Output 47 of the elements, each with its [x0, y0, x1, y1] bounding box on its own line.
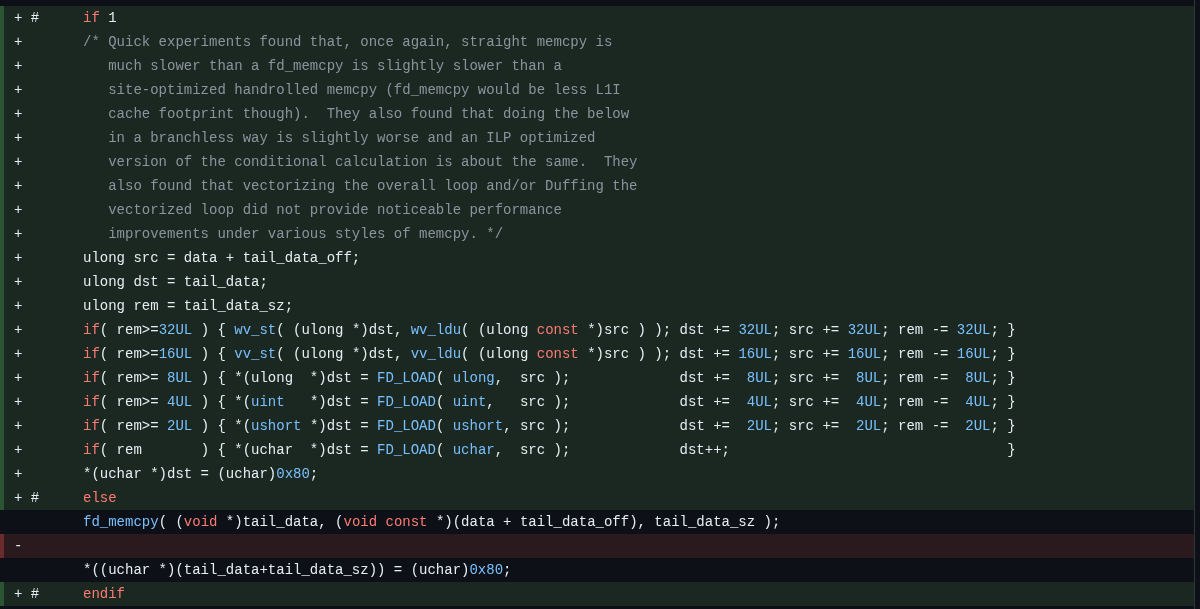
code-text: if( rem ) { *(uchar *)dst = FD_LOAD( uchar, src ); dst++; }: [83, 442, 1016, 458]
diff-marker: +: [14, 370, 23, 386]
diff-marker: +: [14, 466, 23, 482]
code-text: version of the conditional calculation is about the same. They: [107, 154, 638, 170]
code-text: ulong src = data + tail_data_off;: [83, 250, 361, 266]
diff-marker: +: [14, 82, 23, 98]
diff-marker: +: [14, 226, 23, 242]
diff-marker: +: [14, 130, 23, 146]
code-text: fd_memcpy( (void *)tail_data, (void const *)(data + tail_data_off), tail_data_sz );: [83, 514, 781, 530]
code-text: improvements under various styles of memcpy. */: [107, 226, 504, 242]
diff-marker: +: [14, 274, 23, 290]
code-text: cache footprint though). They also found that doing the below: [107, 106, 630, 122]
diff-marker: +: [14, 58, 23, 74]
code-text: else: [83, 490, 117, 506]
code-text: endif: [83, 586, 125, 602]
diff-marker: +: [14, 322, 23, 338]
diff-marker: + #: [14, 586, 40, 602]
diff-marker: +: [14, 106, 23, 122]
diff-marker: + #: [14, 490, 40, 506]
code-text: if( rem>= 4UL ) { *(uint *)dst = FD_LOAD( uint, src ); dst += 4UL; src += 4UL; rem -= 4UL; }: [83, 394, 1016, 410]
diff-marker: +: [14, 178, 23, 194]
code-text: ulong dst = tail_data;: [83, 274, 268, 290]
code-text: in a branchless way is slightly worse and an ILP optimized: [107, 130, 596, 146]
code-text: vectorized loop did not provide noticeable performance: [107, 202, 562, 218]
diff-marker: + #: [14, 10, 40, 26]
code-text: /* Quick experiments found that, once again, straight memcpy is: [83, 34, 613, 50]
diff-marker: +: [14, 442, 23, 458]
diff-marker: +: [14, 250, 23, 266]
diff-marker: +: [14, 154, 23, 170]
diff-marker: +: [14, 298, 23, 314]
code-text: if 1: [83, 10, 117, 26]
code-text: if( rem>= 2UL ) { *(ushort *)dst = FD_LOAD( ushort, src ); dst += 2UL; src += 2UL; rem -= 2UL; }: [83, 418, 1016, 434]
diff-marker: -: [14, 538, 23, 554]
code-text: ulong rem = tail_data_sz;: [83, 298, 294, 314]
code-text: if( rem>= 8UL ) { *(ulong *)dst = FD_LOAD( ulong, src ); dst += 8UL; src += 8UL; rem -= 8UL; }: [83, 370, 1016, 386]
code-text: if( rem>=32UL ) { wv_st( (ulong *)dst, wv_ldu( (ulong const *)src ) ); dst += 32UL; src += 32UL; rem -= 32UL; }: [83, 322, 1016, 338]
code-text: much slower than a fd_memcpy is slightly slower than a: [107, 58, 562, 74]
code-text: also found that vectorizing the overall loop and/or Duffing the: [107, 178, 638, 194]
diff-marker: +: [14, 346, 23, 362]
diff-marker: +: [14, 394, 23, 410]
code-text: *((uchar *)(tail_data+tail_data_sz)) = (uchar)0x80;: [83, 562, 512, 578]
diff-marker: +: [14, 34, 23, 50]
code-text: site-optimized handrolled memcpy (fd_memcpy would be less L1I: [107, 82, 621, 98]
diff-marker: +: [14, 202, 23, 218]
code-text: *(uchar *)dst = (uchar)0x80;: [83, 466, 319, 482]
code-text: if( rem>=16UL ) { vv_st( (ulong *)dst, vv_ldu( (ulong const *)src ) ); dst += 16UL; src += 16UL; rem -= 16UL; }: [83, 346, 1016, 362]
diff-marker: +: [14, 418, 23, 434]
